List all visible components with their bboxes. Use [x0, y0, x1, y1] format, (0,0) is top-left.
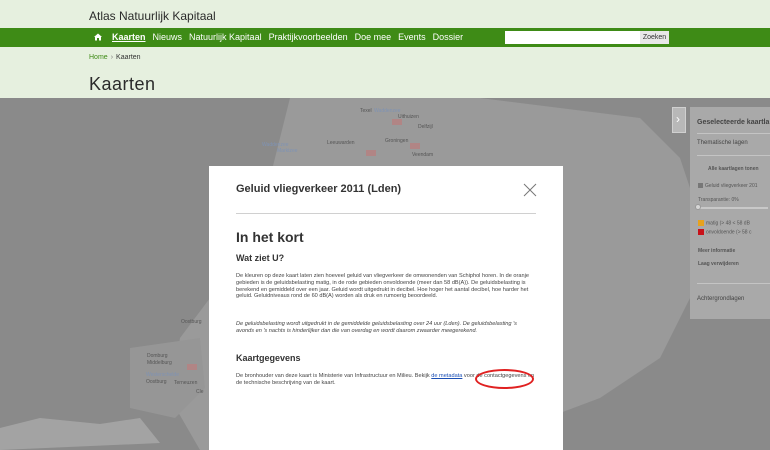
map-label: Texel	[360, 108, 372, 114]
map-label: Marktzee	[277, 148, 298, 154]
nav-menu: Kaarten Nieuws Natuurlijk Kapitaal Prakt…	[112, 28, 470, 47]
noise-explanation-text: De geluidsbelasting wordt uitgedrukt in …	[236, 321, 517, 334]
map-marker	[410, 143, 420, 149]
legend-item: matig (> 48 < 58 dB	[698, 220, 750, 226]
section-heading: In het kort	[236, 229, 304, 245]
divider	[697, 133, 770, 134]
modal-title: Geluid vliegverkeer 2011 (Lden)	[236, 183, 402, 195]
source-text-before: De bronhouder van deze kaart is Minister…	[236, 373, 432, 379]
nav-item-doe-mee[interactable]: Doe mee	[355, 28, 392, 47]
legend-swatch	[698, 220, 704, 226]
map-label: Leeuwarden	[327, 140, 355, 146]
map-label: Domburg	[147, 353, 168, 359]
map-label: Delfzijl	[418, 124, 433, 130]
divider	[697, 155, 770, 156]
page-title: Kaarten	[89, 74, 156, 94]
breadcrumb: Home › Kaarten	[89, 54, 141, 61]
selected-layers-panel: Geselecteerde kaartla Thematische lagen …	[690, 107, 770, 319]
map-label: Waddenzee	[374, 108, 401, 114]
home-icon[interactable]	[93, 30, 103, 44]
nav-item-natuurlijk-kapitaal[interactable]: Natuurlijk Kapitaal	[189, 28, 262, 47]
show-all-layers-button[interactable]: Alle kaartlagen tonen	[708, 166, 759, 172]
breadcrumb-home-link[interactable]: Home	[89, 54, 108, 61]
breadcrumb-current: Kaarten	[116, 54, 141, 61]
legend-swatch	[698, 229, 704, 235]
search-button[interactable]: Zoeken	[640, 31, 669, 44]
chevron-right-icon: ›	[676, 112, 680, 126]
legend-label: onvoldoende (> 58 c	[706, 229, 752, 236]
basemaps-heading[interactable]: Achtergrondlagen	[697, 296, 744, 302]
modal-divider	[236, 213, 536, 214]
site-title[interactable]: Atlas Natuurlijk Kapitaal	[89, 9, 216, 23]
breadcrumb-separator: ›	[110, 54, 114, 61]
transparency-slider[interactable]	[695, 204, 768, 210]
side-panel-title: Geselecteerde kaartla	[697, 119, 770, 126]
checkbox-icon[interactable]	[698, 183, 703, 189]
map-label: Westerschelde	[146, 372, 179, 378]
map-marker	[366, 150, 376, 156]
remove-layer-link[interactable]: Laag verwijderen	[698, 261, 739, 267]
layer-name: Geluid vliegverkeer 201	[705, 183, 758, 189]
map-label: Terneuzen	[174, 380, 198, 386]
layer-info-modal: Geluid vliegverkeer 2011 (Lden) In het k…	[209, 166, 563, 450]
divider	[697, 283, 770, 284]
map-marker	[187, 364, 197, 370]
legend-item: onvoldoende (> 58 c	[698, 229, 751, 235]
map-label: Oostburg	[181, 319, 202, 325]
map-label: Veendam	[412, 152, 434, 158]
close-icon[interactable]	[523, 183, 537, 197]
map-label: Groningen	[385, 138, 409, 144]
highlight-circle-annotation	[475, 369, 534, 389]
subheading-what-see: Wat ziet U?	[236, 253, 285, 263]
description-text: De kleuren op deze kaart laten zien hoev…	[236, 273, 529, 300]
nav-item-events[interactable]: Events	[398, 28, 426, 47]
layer-checkbox[interactable]: Geluid vliegverkeer 201	[698, 183, 758, 189]
map-label: Cle	[196, 389, 204, 395]
map-label: Middelburg	[147, 360, 172, 366]
nav-item-kaarten[interactable]: Kaarten	[112, 28, 146, 47]
nav-item-dossier[interactable]: Dossier	[433, 28, 464, 47]
thematic-layers-heading[interactable]: Thematische lagen	[697, 140, 748, 146]
transparency-label: Transparantie: 0%	[698, 197, 739, 203]
search-input[interactable]	[505, 31, 640, 44]
nav-item-praktijkvoorbeelden[interactable]: Praktijkvoorbeelden	[269, 28, 348, 47]
more-info-link[interactable]: Meer informatie	[698, 248, 735, 254]
nav-item-nieuws[interactable]: Nieuws	[153, 28, 183, 47]
legend-label: matig (> 48 < 58 dB	[706, 220, 750, 227]
map-label: Oostburg	[146, 379, 167, 385]
slider-handle[interactable]	[695, 204, 701, 210]
metadata-link[interactable]: de metadata	[431, 373, 462, 379]
subheading-map-data: Kaartgegevens	[236, 353, 301, 363]
side-panel-toggle[interactable]: ›	[672, 107, 686, 133]
map-label: Uithuizen	[398, 114, 419, 120]
